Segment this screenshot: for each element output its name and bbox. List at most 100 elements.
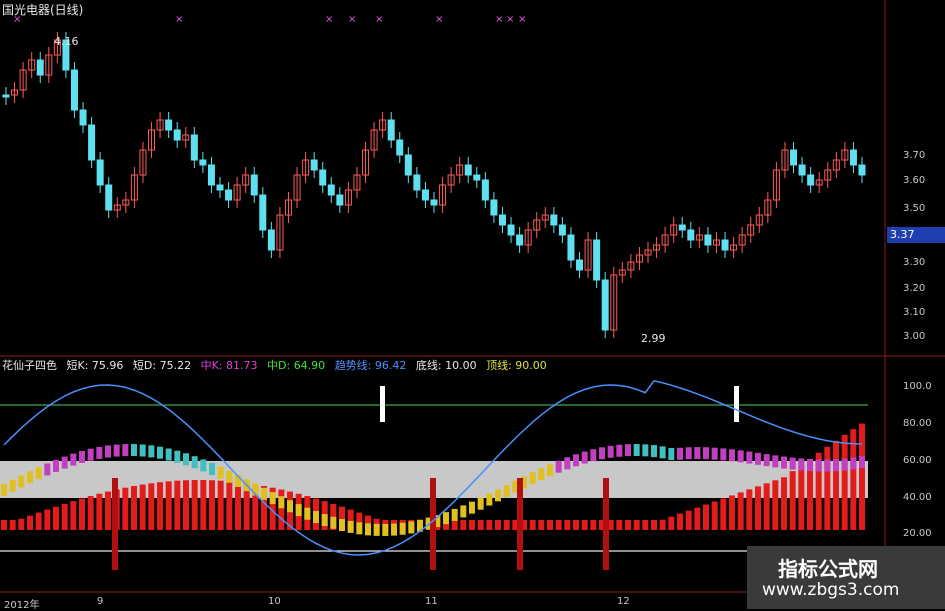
four-colour-bar <box>763 454 770 467</box>
trend-bar <box>798 464 805 530</box>
trend-bar <box>529 520 536 530</box>
candle-body <box>807 174 815 186</box>
four-colour-bar <box>685 447 692 460</box>
trend-bar <box>44 509 51 530</box>
candle-body <box>207 164 215 186</box>
trend-bar <box>659 519 666 530</box>
ind-y-tick: 80.00 <box>903 418 932 429</box>
legend-short-d: 短D: 75.22 <box>132 359 192 372</box>
four-colour-bar <box>841 458 848 471</box>
trend-bar <box>174 480 181 530</box>
trend-bar <box>191 480 198 530</box>
candle-body <box>481 179 489 201</box>
y-tick: 3.20 <box>903 283 926 294</box>
candle-body <box>319 169 327 186</box>
candle-body <box>473 174 481 181</box>
low-price-label: 2.99 <box>641 332 666 345</box>
four-colour-bar <box>339 519 345 532</box>
chart-stage: × × × × × × × × × <box>0 0 945 609</box>
four-colour-bar <box>53 459 59 472</box>
candle-body <box>327 184 335 196</box>
four-colour-bar <box>174 450 181 463</box>
four-colour-bar <box>651 445 657 458</box>
candle-body <box>567 234 575 261</box>
candle-body <box>88 124 96 161</box>
trend-bar <box>503 520 510 530</box>
y-tick: 3.10 <box>903 307 926 318</box>
candle-body <box>2 94 10 98</box>
signal-marker: × <box>495 14 503 25</box>
four-colour-bar <box>668 448 675 461</box>
candle-body <box>396 139 404 156</box>
four-colour-bar <box>165 448 172 461</box>
four-colour-bar <box>261 487 267 500</box>
legend-trend-line: 趋势线: 96.42 <box>334 359 407 372</box>
four-colour-bar <box>191 456 198 469</box>
four-colour-bar <box>824 459 831 472</box>
trend-bar <box>755 486 761 530</box>
four-colour-bar <box>798 458 805 471</box>
four-colour-bar <box>269 492 276 505</box>
four-colour-bar <box>451 508 458 521</box>
four-colour-bar <box>295 504 302 517</box>
trend-bar <box>460 520 467 530</box>
four-colour-bar <box>607 445 614 458</box>
four-colour-bar <box>677 447 683 460</box>
four-colour-bar <box>659 446 666 459</box>
candle-body <box>190 134 198 161</box>
candle-body <box>36 59 44 76</box>
signal-bar <box>734 386 739 422</box>
four-colour-bar <box>477 497 484 510</box>
candle-body <box>79 109 87 126</box>
four-colour-bar <box>321 514 328 527</box>
trend-bar <box>581 520 588 530</box>
four-colour-bar <box>538 468 545 481</box>
four-colour-bar <box>382 523 389 536</box>
candle-body <box>216 184 224 191</box>
four-colour-bar <box>278 496 285 509</box>
four-colour-bar <box>737 450 744 463</box>
spike-bar <box>603 478 609 570</box>
trend-bar <box>105 491 111 530</box>
candle-body <box>310 159 318 171</box>
four-colour-bar <box>807 459 813 472</box>
watermark-url: www.zbgs3.com <box>762 580 900 600</box>
four-colour-bar <box>347 520 354 533</box>
spike-bar <box>517 478 523 570</box>
candle-body <box>387 119 395 141</box>
ind-y-tick: 100.0 <box>903 381 932 392</box>
trend-bar <box>1 520 7 530</box>
four-colour-bar <box>781 456 787 469</box>
trend-bar <box>226 481 233 530</box>
four-colour-bar <box>157 446 163 459</box>
trend-bar <box>165 481 172 530</box>
four-colour-bar <box>555 460 562 473</box>
legend-top-line: 顶线: 90.00 <box>486 359 547 372</box>
four-colour-bar <box>131 444 137 457</box>
candle-body <box>199 159 207 166</box>
trend-bar <box>148 483 155 530</box>
y-tick: 3.00 <box>903 331 926 342</box>
candle-body <box>490 199 498 216</box>
four-colour-bar <box>772 455 779 468</box>
four-colour-bar <box>469 501 475 514</box>
four-colour-bar <box>70 453 77 466</box>
candle-body <box>225 189 233 201</box>
trend-bar <box>217 480 224 530</box>
trend-bar <box>781 477 787 530</box>
candle-body <box>173 129 181 141</box>
four-colour-bar <box>581 451 588 464</box>
candle-body <box>849 149 857 166</box>
trend-bar <box>61 503 68 530</box>
four-colour-bar <box>703 447 709 460</box>
four-colour-bar <box>217 466 224 479</box>
four-colour-bar <box>365 523 371 536</box>
trend-bar <box>183 480 189 530</box>
trend-bar <box>200 480 207 530</box>
trend-bar <box>824 446 831 530</box>
trend-bar <box>451 520 458 530</box>
four-colour-bar <box>122 444 129 457</box>
trend-bar <box>131 486 137 530</box>
four-colour-bar <box>460 505 467 518</box>
trend-bar <box>278 489 285 530</box>
